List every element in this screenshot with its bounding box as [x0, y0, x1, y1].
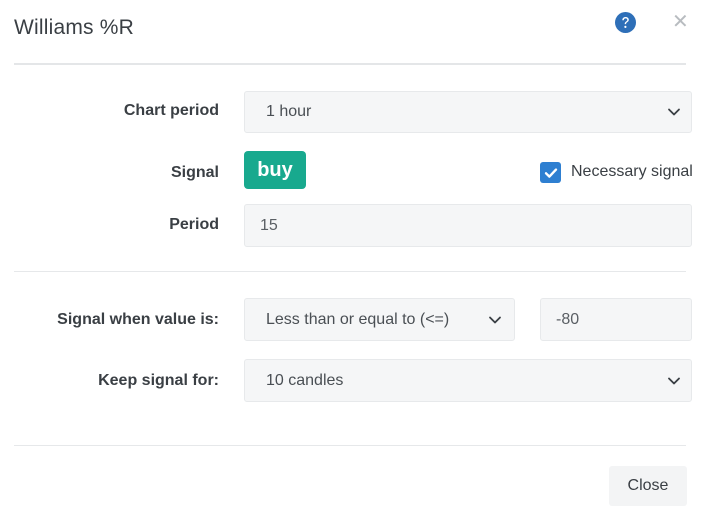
chevron-down-icon	[668, 108, 680, 116]
condition-select[interactable]: Less than or equal to (<=)	[244, 298, 515, 341]
header-divider	[14, 63, 686, 65]
necessary-signal-checkbox[interactable]	[540, 162, 561, 183]
keep-signal-label: Keep signal for:	[98, 372, 219, 389]
close-icon[interactable]: ✕	[672, 12, 689, 32]
necessary-signal-label: Necessary signal	[571, 163, 693, 180]
williams-r-dialog: Williams %R ✕ Chart period 1 hour Signal…	[0, 0, 705, 515]
signal-when-label: Signal when value is:	[57, 311, 219, 328]
chart-period-select[interactable]: 1 hour	[244, 91, 692, 133]
buy-signal-button[interactable]: buy	[244, 151, 306, 189]
threshold-value: -80	[556, 310, 580, 328]
period-input[interactable]: 15	[244, 204, 692, 247]
footer-divider	[14, 445, 686, 446]
close-button[interactable]: Close	[609, 466, 687, 506]
chevron-down-icon	[489, 316, 501, 323]
chevron-down-icon	[668, 377, 680, 384]
keep-signal-value: 10 candles	[266, 371, 344, 389]
period-value: 15	[260, 216, 278, 234]
signal-label: Signal	[170, 164, 219, 181]
keep-signal-select[interactable]: 10 candles	[244, 359, 692, 402]
chart-period-label: Chart period	[123, 102, 219, 119]
section-divider	[14, 271, 686, 272]
chart-period-value: 1 hour	[266, 103, 312, 120]
help-icon[interactable]	[615, 12, 636, 33]
period-label: Period	[169, 216, 219, 233]
threshold-input[interactable]: -80	[540, 298, 692, 341]
dialog-title: Williams %R	[14, 16, 135, 39]
checkmark-icon	[544, 167, 557, 178]
condition-value: Less than or equal to (<=)	[266, 310, 450, 328]
